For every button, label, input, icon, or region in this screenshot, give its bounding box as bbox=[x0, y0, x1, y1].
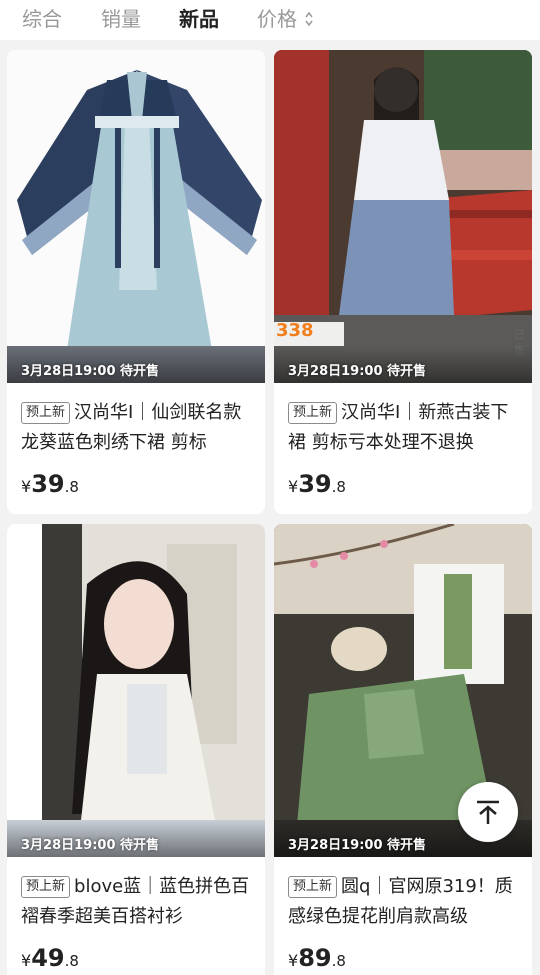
sort-up-down-icon bbox=[305, 11, 313, 27]
price-integer: 39 bbox=[298, 470, 332, 498]
pre-launch-badge: 预上新 bbox=[288, 876, 338, 898]
product-grid: 3月28日19:00 待开售 预上新 汉尚华I｜仙剑联名款 龙葵蓝色刺绣下裙 剪标… bbox=[0, 40, 540, 975]
price-symbol: ¥ bbox=[288, 477, 299, 496]
pre-launch-badge: 预上新 bbox=[21, 876, 71, 898]
product-price: ¥39.8 bbox=[288, 470, 346, 498]
product-title[interactable]: 预上新 blove蓝｜蓝色拼色百褶春季超美百搭衬衫 bbox=[21, 872, 257, 932]
pre-launch-badge: 预上新 bbox=[288, 402, 338, 424]
presale-time: 3月28日19:00 待开售 bbox=[21, 364, 160, 379]
price-integer: 39 bbox=[31, 470, 65, 498]
price-symbol: ¥ bbox=[21, 477, 32, 496]
price-decimal: .8 bbox=[64, 952, 79, 970]
arrow-up-to-top-icon bbox=[477, 800, 499, 824]
product-card[interactable]: 3月28日19:00 待开售 预上新 汉尚华I｜仙剑联名款 龙葵蓝色刺绣下裙 剪标… bbox=[7, 50, 265, 514]
product-card[interactable]: 338 已售 3月28日19:00 待开售 预上新汉尚华I｜新燕古装下裙 剪标亏… bbox=[274, 50, 532, 514]
product-image[interactable] bbox=[7, 524, 265, 857]
tab-comprehensive[interactable]: 综合 bbox=[22, 4, 62, 34]
price-integer: 89 bbox=[298, 944, 332, 972]
pre-launch-badge: 预上新 bbox=[21, 402, 71, 424]
product-image[interactable] bbox=[7, 50, 265, 383]
product-price: ¥89.8 bbox=[288, 944, 346, 972]
tab-sales[interactable]: 销量 bbox=[101, 4, 141, 34]
price-decimal: .8 bbox=[64, 478, 79, 496]
presale-time: 3月28日19:00 待开售 bbox=[21, 838, 160, 853]
sort-bar: 综合 销量 新品 价格 bbox=[0, 0, 540, 40]
product-card[interactable]: 3月28日19:00 待开售 预上新 圆q｜官网原319！质感绿色提花削肩款高级 … bbox=[274, 524, 532, 975]
price-integer: 49 bbox=[31, 944, 65, 972]
product-title[interactable]: 预上新 汉尚华I｜仙剑联名款 龙葵蓝色刺绣下裙 剪标 bbox=[21, 398, 257, 458]
presale-time: 3月28日19:00 待开售 bbox=[288, 838, 427, 853]
product-price: ¥39.8 bbox=[21, 470, 79, 498]
tab-price[interactable]: 价格 bbox=[257, 4, 297, 34]
tab-new-arrivals[interactable]: 新品 bbox=[179, 4, 219, 34]
presale-time: 3月28日19:00 待开售 bbox=[288, 364, 427, 379]
product-price: ¥49.8 bbox=[21, 944, 79, 972]
product-card[interactable]: 3月28日19:00 待开售 预上新 blove蓝｜蓝色拼色百褶春季超美百搭衬衫 … bbox=[7, 524, 265, 975]
price-symbol: ¥ bbox=[288, 951, 299, 970]
price-decimal: .8 bbox=[331, 478, 346, 496]
scroll-to-top-button[interactable] bbox=[458, 782, 518, 842]
price-decimal: .8 bbox=[331, 952, 346, 970]
product-image[interactable]: 338 已售 bbox=[274, 50, 532, 383]
product-title[interactable]: 预上新 汉尚华I｜新燕古装下裙 剪标亏本处理不退换 bbox=[288, 398, 524, 458]
product-title[interactable]: 预上新 圆q｜官网原319！质感绿色提花削肩款高级 bbox=[288, 872, 524, 932]
image-tag-price: 338 bbox=[276, 320, 314, 341]
price-symbol: ¥ bbox=[21, 951, 32, 970]
